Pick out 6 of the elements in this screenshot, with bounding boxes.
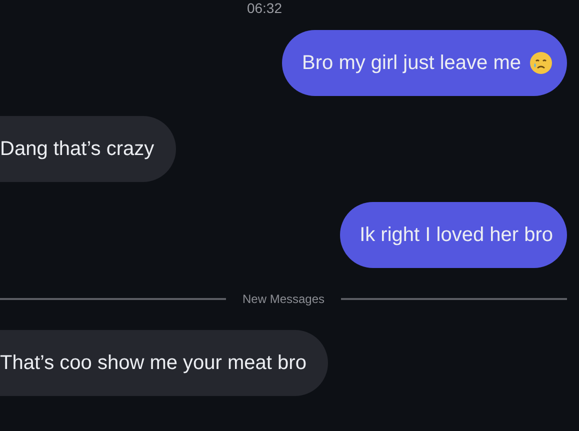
message-timestamp: 06:32	[246, 0, 284, 16]
message-bubble: Dang that’s crazy	[0, 116, 176, 182]
message-bubble: That’s coo show me your meat bro	[0, 330, 328, 396]
message-bubble: Bro my girl just leave me	[282, 30, 567, 96]
message-bubble: Ik right I loved her bro	[340, 202, 567, 268]
new-messages-divider-label: New Messages	[242, 292, 325, 306]
